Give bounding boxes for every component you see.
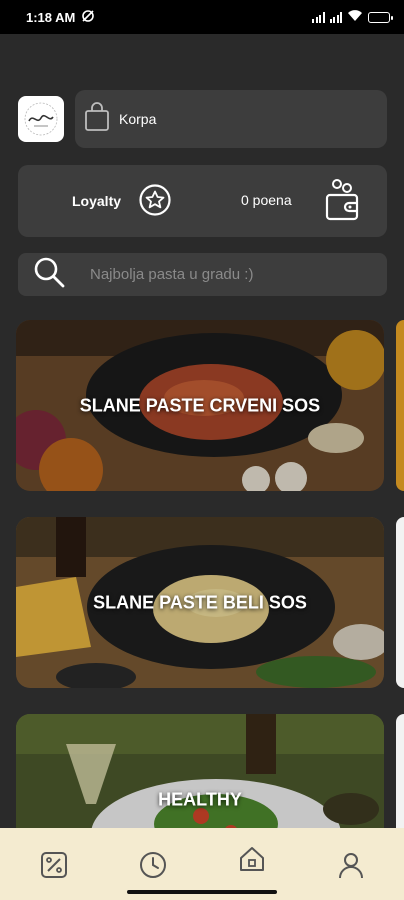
search-input[interactable] (90, 266, 370, 283)
search-icon (32, 255, 66, 294)
status-time: 1:18 AM (26, 9, 76, 25)
cell-signal-2-icon (329, 11, 342, 23)
sync-off-icon (81, 9, 95, 26)
category-title: HEALTHY (158, 789, 242, 809)
home-indicator[interactable] (127, 890, 277, 894)
category-peek-card[interactable] (396, 320, 404, 491)
discount-icon (41, 852, 67, 878)
nav-discounts[interactable] (39, 850, 69, 880)
search-bar[interactable] (18, 253, 387, 296)
status-bar: 1:18 AM (0, 0, 404, 34)
cart-label: Korpa (119, 111, 157, 127)
nav-profile[interactable] (336, 850, 366, 880)
loyalty-card[interactable]: Loyalty 0 poena (18, 165, 387, 237)
category-title: SLANE PASTE BELI SOS (93, 592, 307, 612)
wifi-icon (347, 9, 363, 25)
cell-signal-icon (312, 11, 325, 23)
shopping-bag-icon (83, 101, 111, 137)
cart-button[interactable]: Korpa (75, 90, 387, 148)
category-card-beli-sos[interactable]: SLANE PASTE BELI SOS (16, 517, 384, 688)
profile-icon (339, 853, 363, 879)
loyalty-label: Loyalty (72, 193, 122, 209)
wallet-coins-icon (323, 177, 363, 228)
nav-history[interactable] (138, 850, 168, 880)
clock-icon (140, 852, 166, 878)
star-badge-icon (138, 183, 172, 222)
loyalty-points: 0 poena (241, 192, 292, 208)
app-logo[interactable] (18, 96, 64, 142)
battery-icon (368, 11, 393, 23)
pastica-logo-icon (24, 102, 58, 136)
category-peek-card[interactable] (396, 517, 404, 688)
category-card-crveni-sos[interactable]: SLANE PASTE CRVENI SOS (16, 320, 384, 491)
nav-home[interactable] (237, 844, 267, 874)
home-icon (240, 847, 264, 871)
category-title: SLANE PASTE CRVENI SOS (79, 395, 321, 415)
